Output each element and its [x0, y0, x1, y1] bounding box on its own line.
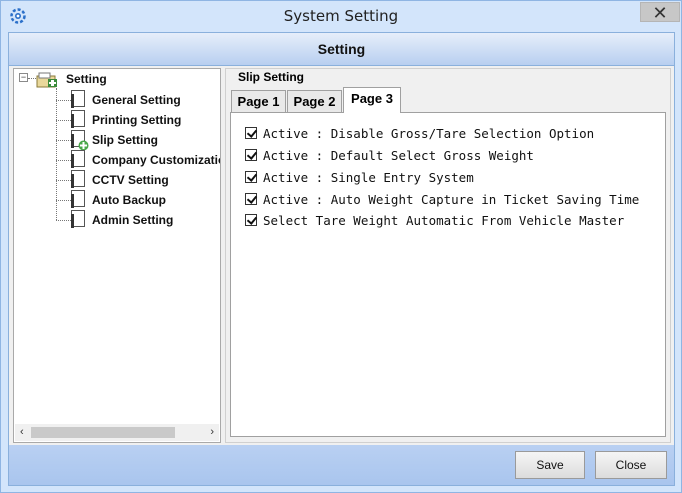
tree-item-company-customization[interactable]: Company Customization	[92, 153, 220, 167]
option-select-tare-weight-automatic[interactable]: Select Tare Weight Automatic From Vehicl…	[245, 211, 624, 229]
system-setting-window: System Setting ✕ Setting − Setting Gener…	[0, 0, 682, 493]
option-auto-weight-capture[interactable]: Active : Auto Weight Capture in Ticket S…	[245, 190, 639, 208]
tree-item-admin-setting[interactable]: Admin Setting	[92, 213, 173, 227]
close-button[interactable]: Close	[595, 451, 667, 479]
option-disable-gross-tare[interactable]: Active : Disable Gross/Tare Selection Op…	[245, 124, 594, 142]
document-icon	[71, 170, 85, 188]
option-label: Active : Disable Gross/Tare Selection Op…	[263, 125, 595, 141]
document-icon	[71, 110, 85, 128]
checkbox-checked[interactable]	[245, 193, 257, 205]
tab-page-3-content: Active : Disable Gross/Tare Selection Op…	[230, 112, 666, 437]
document-icon	[71, 210, 85, 228]
tree-horizontal-scrollbar[interactable]: ‹ ›	[15, 424, 219, 441]
group-title: Slip Setting	[236, 70, 306, 84]
tree-collapse-toggle[interactable]: −	[19, 73, 28, 82]
close-window-button[interactable]: ✕	[640, 2, 680, 23]
checkbox-checked[interactable]	[245, 171, 257, 183]
tree-item-cctv-setting[interactable]: CCTV Setting	[92, 173, 169, 187]
option-label: Active : Auto Weight Capture in Ticket S…	[263, 191, 640, 207]
document-icon	[71, 90, 85, 108]
slip-setting-group: Slip Setting Page 1 Page 2 Page 3 Active…	[225, 68, 671, 443]
checkbox-checked[interactable]	[245, 214, 257, 226]
tab-page-3[interactable]: Page 3	[343, 87, 401, 113]
option-label: Select Tare Weight Automatic From Vehicl…	[263, 212, 625, 228]
document-icon	[71, 190, 85, 208]
tree-item-printing-setting[interactable]: Printing Setting	[92, 113, 181, 127]
document-icon	[71, 150, 85, 168]
tree-item-slip-setting[interactable]: Slip Setting	[92, 133, 158, 147]
option-single-entry-system[interactable]: Active : Single Entry System	[245, 168, 474, 186]
option-label: Active : Single Entry System	[263, 169, 474, 185]
page-title: Setting	[9, 33, 674, 66]
button-bar: Save Close	[9, 445, 674, 485]
save-button[interactable]: Save	[515, 451, 585, 479]
window-title: System Setting	[283, 7, 399, 25]
tree-item-auto-backup[interactable]: Auto Backup	[92, 193, 166, 207]
scroll-right-icon[interactable]: ›	[210, 426, 214, 438]
option-label: Active : Default Select Gross Weight	[263, 147, 534, 163]
checkbox-checked[interactable]	[245, 149, 257, 161]
tab-page-2[interactable]: Page 2	[287, 90, 342, 112]
title-bar[interactable]: System Setting ✕	[1, 1, 681, 31]
option-default-gross-weight[interactable]: Active : Default Select Gross Weight	[245, 146, 534, 164]
scrollbar-thumb[interactable]	[31, 427, 175, 438]
checkbox-checked[interactable]	[245, 127, 257, 139]
tab-page-1[interactable]: Page 1	[231, 90, 286, 112]
scroll-left-icon[interactable]: ‹	[20, 426, 24, 438]
tree-item-general-setting[interactable]: General Setting	[92, 93, 181, 107]
tree-root-setting[interactable]: Setting	[66, 72, 107, 86]
client-area: Setting − Setting General Setting Printi…	[8, 32, 675, 486]
folder-icon	[36, 70, 58, 88]
settings-tree: − Setting General Setting Printing Setti…	[13, 68, 221, 443]
